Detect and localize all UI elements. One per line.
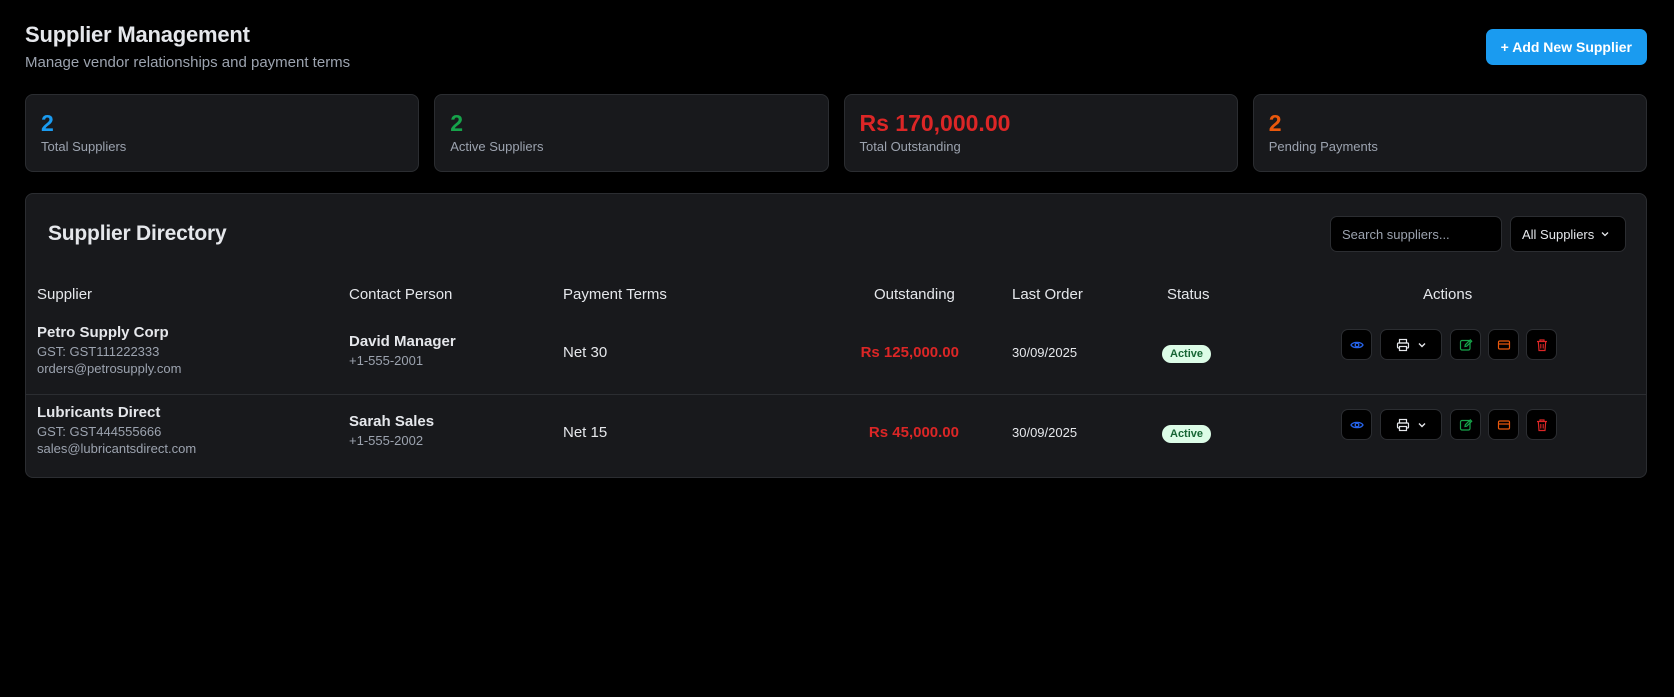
print-menu-button[interactable] <box>1380 409 1442 440</box>
printer-icon <box>1396 338 1410 352</box>
column-header-status: Status <box>1167 286 1210 303</box>
edit-button[interactable] <box>1450 329 1481 360</box>
column-header-last-order: Last Order <box>1012 286 1083 303</box>
search-input[interactable] <box>1330 216 1502 252</box>
delete-button[interactable] <box>1526 409 1557 440</box>
supplier-directory-panel: Supplier Directory All Suppliers Supplie… <box>25 193 1647 478</box>
page-title: Supplier Management <box>25 22 250 47</box>
page-subtitle: Manage vendor relationships and payment … <box>25 54 351 71</box>
payment-button[interactable] <box>1488 409 1519 440</box>
page-header: Supplier Management Manage vendor relati… <box>25 22 1647 72</box>
column-header-outstanding: Outstanding <box>874 286 955 303</box>
last-order-date: 30/09/2025 <box>1012 345 1078 360</box>
credit-card-icon <box>1497 338 1511 352</box>
outstanding-amount: Rs 45,000.00 <box>868 424 959 441</box>
status-cell: Active <box>1162 344 1212 363</box>
contact-phone: +1-555-2002 <box>349 433 424 448</box>
stat-label: Total Suppliers <box>41 139 127 154</box>
contact-name: Sarah Sales <box>349 413 435 430</box>
stat-label: Active Suppliers <box>450 139 544 154</box>
supplier-cell: Petro Supply Corp GST: GST111222333 orde… <box>37 324 181 376</box>
eye-icon <box>1349 338 1364 352</box>
stat-value: Rs 170,000.00 <box>859 110 1011 136</box>
supplier-gst: GST: GST111222333 <box>37 344 160 359</box>
edit-button[interactable] <box>1450 409 1481 440</box>
stat-card-pending-payments: 2 Pending Payments <box>1252 94 1647 172</box>
contact-cell: David Manager +1-555-2001 <box>349 333 456 368</box>
payment-button[interactable] <box>1488 329 1519 360</box>
column-header-supplier: Supplier <box>37 286 93 303</box>
stat-card-total-outstanding: Rs 170,000.00 Total Outstanding <box>843 94 1238 172</box>
stat-label: Pending Payments <box>1268 139 1378 154</box>
payment-terms: Net 15 <box>563 424 608 441</box>
chevron-down-icon <box>1417 420 1427 430</box>
table-row: Petro Supply Corp GST: GST111222333 orde… <box>26 314 1646 394</box>
supplier-gst: GST: GST444555666 <box>37 424 162 439</box>
edit-icon <box>1459 338 1473 352</box>
status-cell: Active <box>1162 424 1212 443</box>
supplier-cell: Lubricants Direct GST: GST444555666 sale… <box>37 404 196 456</box>
table-row: Lubricants Direct GST: GST444555666 sale… <box>26 394 1646 474</box>
column-header-payment-terms: Payment Terms <box>563 286 667 303</box>
credit-card-icon <box>1497 418 1511 432</box>
status-badge: Active <box>1162 425 1212 443</box>
contact-cell: Sarah Sales +1-555-2002 <box>349 413 434 448</box>
view-button[interactable] <box>1341 409 1372 440</box>
edit-icon <box>1459 418 1473 432</box>
supplier-filter-select[interactable]: All Suppliers <box>1510 216 1626 252</box>
add-new-supplier-button[interactable]: + Add New Supplier <box>1485 29 1647 65</box>
view-button[interactable] <box>1341 329 1372 360</box>
outstanding-amount: Rs 125,000.00 <box>860 344 959 361</box>
last-order-date: 30/09/2025 <box>1012 425 1078 440</box>
supplier-name: Lubricants Direct <box>37 404 161 421</box>
chevron-down-icon <box>1600 227 1610 242</box>
column-header-actions: Actions <box>1423 286 1473 303</box>
stat-card-active-suppliers: 2 Active Suppliers <box>434 94 829 172</box>
stat-card-total-suppliers: 2 Total Suppliers <box>25 94 420 172</box>
trash-icon <box>1535 338 1549 352</box>
payment-terms: Net 30 <box>563 344 608 361</box>
trash-icon <box>1535 418 1549 432</box>
stat-value: 2 <box>450 110 464 136</box>
supplier-email: sales@lubricantsdirect.com <box>37 441 197 456</box>
stat-value: 2 <box>1268 110 1282 136</box>
stats-row: 2 Total Suppliers 2 Active Suppliers Rs … <box>25 94 1647 172</box>
status-badge: Active <box>1162 345 1212 363</box>
stat-value: 2 <box>41 110 54 136</box>
filter-value: All Suppliers <box>1522 226 1595 242</box>
column-header-contact-person: Contact Person <box>349 286 453 303</box>
eye-icon <box>1349 418 1364 432</box>
printer-icon <box>1396 418 1410 432</box>
supplier-name: Petro Supply Corp <box>37 324 169 341</box>
delete-button[interactable] <box>1526 329 1557 360</box>
stat-label: Total Outstanding <box>859 139 961 154</box>
panel-title: Supplier Directory <box>48 222 227 245</box>
print-menu-button[interactable] <box>1380 329 1442 360</box>
contact-phone: +1-555-2001 <box>349 353 424 368</box>
supplier-email: orders@petrosupply.com <box>37 361 182 376</box>
chevron-down-icon <box>1417 340 1427 350</box>
contact-name: David Manager <box>349 333 456 350</box>
